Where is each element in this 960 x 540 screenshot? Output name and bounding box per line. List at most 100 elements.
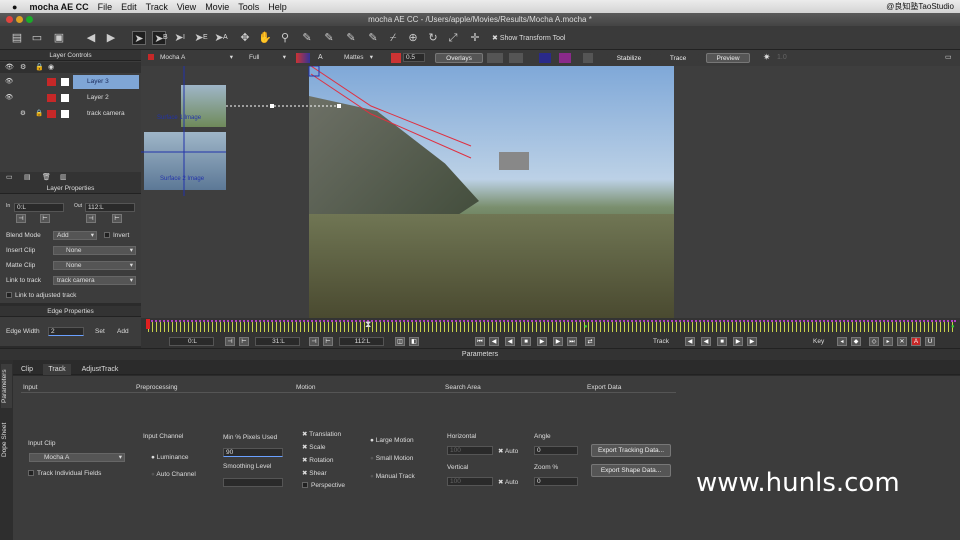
preview-button[interactable]: Preview xyxy=(706,53,750,63)
panel-menu-icon[interactable]: ▭ xyxy=(945,53,952,61)
blend-mode-dropdown[interactable]: Add xyxy=(53,231,97,240)
bezier-tool-icon[interactable]: ✎ xyxy=(344,31,358,45)
layer-row[interactable]: 👁 Layer 2 xyxy=(0,91,138,105)
luminance-radio[interactable]: ● Luminance xyxy=(151,454,189,461)
hand-tool-icon[interactable]: ✋ xyxy=(258,31,272,45)
delete-all-keys-icon[interactable]: ✕ xyxy=(897,337,907,346)
surface-corner-handle[interactable] xyxy=(337,104,341,108)
playhead-icon[interactable]: ⧗ xyxy=(365,319,371,330)
layer-name[interactable]: Layer 2 xyxy=(87,91,109,105)
bezier-add-icon[interactable]: ✎ xyxy=(366,31,380,45)
eye-icon[interactable]: 👁 xyxy=(5,91,13,105)
perspective-checkbox[interactable]: Perspective xyxy=(302,482,345,489)
menu-tools[interactable]: Tools xyxy=(238,2,259,12)
layer-name[interactable]: track camera xyxy=(87,107,125,121)
menu-help[interactable]: Help xyxy=(268,2,287,12)
keyframe-icon[interactable]: ● xyxy=(951,324,955,330)
xspline-tool-icon[interactable]: ✎ xyxy=(300,31,314,45)
zoom-field[interactable]: 0 xyxy=(534,477,578,486)
play-backward-icon[interactable]: ◀ xyxy=(505,337,515,346)
tab-dope-sheet[interactable]: Dope Sheet xyxy=(1,416,12,464)
open-project-icon[interactable]: ▭ xyxy=(30,31,44,45)
angle-field[interactable]: 0 xyxy=(534,446,578,455)
goto-out-icon[interactable]: ⊣ xyxy=(86,214,96,223)
clip-dropdown[interactable]: Mocha A xyxy=(156,53,236,62)
stop-icon[interactable]: ■ xyxy=(521,337,531,346)
mattes-dropdown[interactable]: Mattes xyxy=(340,53,376,62)
goto-start-icon[interactable]: ⊢ xyxy=(239,337,249,346)
layer-matte-swatch[interactable] xyxy=(61,94,69,102)
prev-key-icon[interactable]: ◂ xyxy=(837,337,847,346)
autokey-icon[interactable]: A xyxy=(911,337,921,346)
manual-track-radio[interactable]: ● Manual Track xyxy=(370,473,415,480)
link-adjusted-checkbox[interactable]: Link to adjusted track xyxy=(6,292,76,299)
matte-clip-dropdown[interactable]: None xyxy=(53,261,136,270)
delete-key-icon[interactable]: ◇ xyxy=(869,337,879,346)
eye-icon[interactable]: 👁 xyxy=(5,75,13,89)
next-frame-icon[interactable]: ▶ xyxy=(553,337,563,346)
edge-add-button[interactable]: Add xyxy=(117,328,129,335)
next-key-icon[interactable]: ▸ xyxy=(883,337,893,346)
brightness-icon[interactable]: ✷ xyxy=(763,52,771,63)
delete-layer-icon[interactable]: 🗑 xyxy=(42,173,51,181)
gear-icon[interactable]: ⚙ xyxy=(20,107,26,121)
tab-parameters[interactable]: Parameters xyxy=(1,364,12,408)
layer-name[interactable]: Layer 3 xyxy=(73,75,139,89)
layer-row[interactable]: 👁 Layer 3 xyxy=(0,75,139,89)
track-forward-icon[interactable]: ▶ xyxy=(747,337,757,346)
surface-corner-handle[interactable] xyxy=(270,104,274,108)
tab-track[interactable]: Track xyxy=(43,364,71,375)
vertical-field[interactable]: 100 xyxy=(447,477,493,486)
zoom-window-icon[interactable] xyxy=(26,16,33,23)
set-out-icon[interactable]: ⊢ xyxy=(112,214,122,223)
input-clip-dropdown[interactable]: Mocha A xyxy=(29,453,125,462)
app-menu[interactable]: mocha AE CC xyxy=(29,2,88,12)
layer-color-swatch[interactable] xyxy=(47,78,56,86)
menu-edit[interactable]: Edit xyxy=(121,2,137,12)
save-project-icon[interactable]: ▣ xyxy=(52,31,66,45)
menu-view[interactable]: View xyxy=(177,2,196,12)
bend-tool-icon[interactable]: ⊕ xyxy=(406,31,420,45)
track-stop-icon[interactable]: ■ xyxy=(717,337,727,346)
undo-icon[interactable]: ◀ xyxy=(84,31,98,45)
track-prev-icon[interactable]: ◀ xyxy=(701,337,711,346)
layer-row[interactable]: ⚙ 🔒 track camera xyxy=(0,107,138,121)
matte-color-icon[interactable] xyxy=(391,53,401,63)
rotation-checkbox[interactable]: ✖ Rotation xyxy=(302,456,333,464)
view-mode-icon[interactable] xyxy=(487,53,503,63)
large-motion-radio[interactable]: ● Large Motion xyxy=(370,437,414,444)
invert-checkbox[interactable]: Invert xyxy=(104,232,129,239)
spline-curve[interactable] xyxy=(310,73,472,159)
rotate-tool-icon[interactable]: ↻ xyxy=(426,31,440,45)
link-to-track-dropdown[interactable]: track camera xyxy=(53,276,136,285)
layer-color-swatch[interactable] xyxy=(47,110,56,118)
set-in-icon[interactable]: ⊣ xyxy=(16,214,26,223)
show-transform-tool[interactable]: ✖ Show Transform Tool xyxy=(492,34,565,42)
alpha-label[interactable]: A xyxy=(318,54,323,61)
matte-opacity-field[interactable]: 0.5 xyxy=(403,53,425,62)
apple-icon[interactable]: ● xyxy=(12,2,17,12)
horizontal-auto-checkbox[interactable]: ✖ Auto xyxy=(498,447,518,455)
goto-end-icon[interactable]: ⊣ xyxy=(309,337,319,346)
scale-tool-icon[interactable]: ⤢ xyxy=(446,31,460,45)
close-window-icon[interactable] xyxy=(6,16,13,23)
zoom-tool-icon[interactable]: ⚲ xyxy=(278,31,292,45)
vertical-auto-checkbox[interactable]: ✖ Auto xyxy=(498,478,518,486)
xspline-add-icon[interactable]: ✎ xyxy=(322,31,336,45)
play-forward-icon[interactable]: ▶ xyxy=(537,337,547,346)
goto-in-icon[interactable]: ⊢ xyxy=(40,214,50,223)
set-end-icon[interactable]: ⊢ xyxy=(323,337,333,346)
redo-icon[interactable]: ▶ xyxy=(104,31,118,45)
fit-timeline-icon[interactable]: ◧ xyxy=(409,337,419,346)
view-channels-icon[interactable] xyxy=(296,53,310,63)
track-individual-checkbox[interactable]: Track Individual Fields xyxy=(28,470,101,477)
track-next-icon[interactable]: ▶ xyxy=(733,337,743,346)
last-frame-icon[interactable]: ⏭ xyxy=(567,337,577,346)
surface-view-icon[interactable] xyxy=(559,53,571,63)
add-layer-icon[interactable]: ▭ xyxy=(6,173,13,181)
menu-movie[interactable]: Movie xyxy=(205,2,229,12)
trace-button[interactable]: Trace xyxy=(656,53,700,63)
edge-set-button[interactable]: Set xyxy=(95,328,105,335)
track-backward-icon[interactable]: ◀ xyxy=(685,337,695,346)
unlock-key-icon[interactable]: U xyxy=(925,337,935,346)
